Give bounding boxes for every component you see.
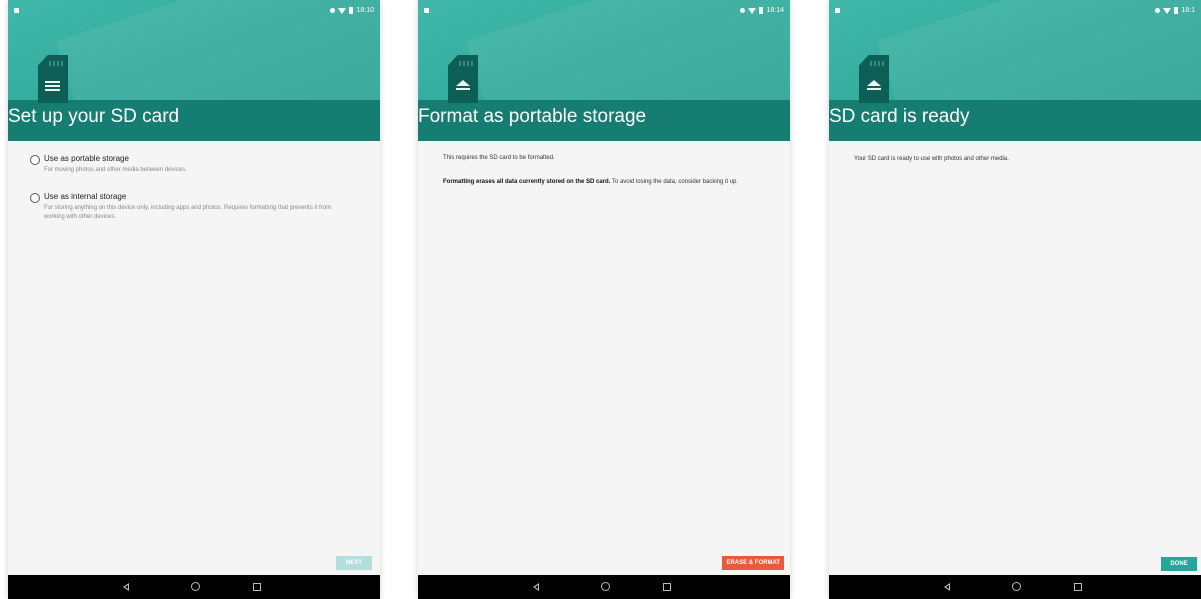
battery-icon [349,7,354,14]
wifi-icon [748,7,757,14]
warning-rest: To avoid losing the data, consider backi… [610,179,739,185]
navigation-bar [829,575,1201,599]
format-requirement-text: This requires the SD card to be formatte… [443,155,555,161]
ready-text: Your SD card is ready to use with photos… [854,156,1009,162]
setup-sd-card-screen: 18:10 Set up your SD card Use as portabl… [8,0,380,599]
format-portable-screen: 18:14 Format as portable storage This re… [418,0,790,599]
navigation-bar [418,575,790,599]
status-time: 18:14 [766,7,784,14]
notification-icon [424,8,429,13]
alarm-icon [1155,8,1161,13]
eject-icon [867,80,881,92]
sd-card-icon [448,55,478,103]
back-icon[interactable] [944,583,950,591]
recents-icon[interactable] [253,583,261,591]
wifi-icon [338,7,347,14]
radio-button[interactable] [30,155,40,165]
content: Your SD card is ready to use with photos… [829,141,1201,575]
warning-bold: Formatting erases all data currently sto… [443,179,611,185]
recents-icon[interactable] [663,583,671,591]
status-time: 18:1 [1181,7,1195,14]
navigation-bar [8,575,380,599]
done-button[interactable]: DONE [1161,557,1197,571]
header: 18:14 Format as portable storage [418,0,790,141]
option-internal-storage[interactable]: Use as internal storage For storing anyt… [30,192,334,222]
status-bar: 18:10 [8,7,380,19]
sd-card-icon [38,55,68,103]
page-title: SD card is ready [829,106,970,127]
back-icon[interactable] [533,583,539,591]
page-title: Set up your SD card [8,106,180,127]
content: Use as portable storage For moving photo… [8,141,380,575]
status-time: 18:10 [356,7,374,14]
eject-icon [456,80,470,92]
home-icon[interactable] [601,582,610,591]
status-bar: 18:14 [418,7,790,19]
header: 18:10 Set up your SD card [8,0,380,141]
sd-card-icon [859,55,889,103]
home-icon[interactable] [1012,582,1021,591]
home-icon[interactable] [191,582,200,591]
alarm-icon [330,8,336,13]
option-description: For storing anything on this device only… [44,205,332,220]
format-warning-text: Formatting erases all data currently sto… [443,177,773,187]
option-description: For moving photos and other media betwee… [44,167,187,173]
battery-icon [759,7,764,14]
option-title: Use as portable storage [44,154,129,163]
header: 18:1 SD card is ready [829,0,1201,141]
wifi-icon [1163,7,1172,14]
sd-card-ready-screen: 18:1 SD card is ready Your SD card is re… [829,0,1201,599]
option-portable-storage[interactable]: Use as portable storage For moving photo… [30,154,334,175]
notification-icon [835,8,840,13]
notification-icon [14,8,19,13]
alarm-icon [740,8,746,13]
content: This requires the SD card to be formatte… [418,141,790,575]
option-title: Use as internal storage [44,192,127,201]
radio-button[interactable] [30,193,40,203]
back-icon[interactable] [123,583,129,591]
battery-icon [1174,7,1179,14]
next-button[interactable]: NEXT [336,556,372,570]
recents-icon[interactable] [1074,583,1082,591]
erase-format-button[interactable]: ERASE & FORMAT [722,556,784,570]
status-bar: 18:1 [829,7,1201,19]
page-title: Format as portable storage [418,106,647,127]
